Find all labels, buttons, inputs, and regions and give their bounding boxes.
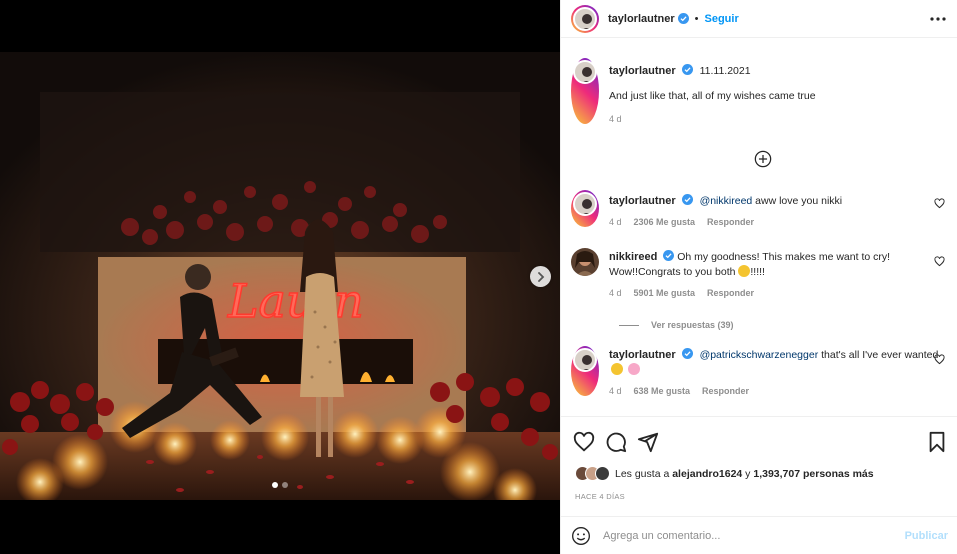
blossom-emoji bbox=[627, 363, 640, 375]
comment-input[interactable] bbox=[603, 529, 905, 542]
heart-icon[interactable] bbox=[934, 198, 945, 209]
likes-prefix: Les gusta a bbox=[615, 467, 673, 480]
author-avatar[interactable] bbox=[571, 4, 599, 33]
action-bar bbox=[561, 416, 957, 466]
post-photo[interactable]: Lautn bbox=[0, 52, 560, 500]
reply-divider bbox=[619, 324, 639, 326]
comment: taylorlautner @nikkireed aww love you ni… bbox=[571, 190, 951, 227]
likes-middle: y bbox=[742, 467, 754, 480]
view-replies-button[interactable]: Ver respuestas (39) bbox=[619, 320, 734, 330]
heart-icon[interactable] bbox=[573, 431, 595, 453]
comment-mention[interactable]: @patrickschwarzenegger bbox=[700, 349, 819, 361]
comment-likes[interactable]: 2306 Me gusta bbox=[634, 217, 696, 227]
comment-time[interactable]: 4 d bbox=[609, 386, 622, 396]
likes-count[interactable]: 1,393,707 personas más bbox=[753, 468, 873, 480]
emoji-icon[interactable] bbox=[571, 526, 591, 546]
reply-button[interactable]: Responder bbox=[702, 386, 749, 396]
comment-composer: Publicar bbox=[561, 516, 957, 554]
bookmark-icon[interactable] bbox=[926, 431, 948, 453]
comment-username[interactable]: taylorlautner bbox=[609, 195, 676, 207]
likes-user[interactable]: alejandro1624 bbox=[672, 468, 742, 480]
comment: nikkireed Oh my goodness! This makes me … bbox=[571, 248, 951, 298]
comment-username[interactable]: taylorlautner bbox=[609, 349, 676, 361]
carousel-indicator bbox=[0, 482, 560, 488]
post-media: Lautn bbox=[0, 0, 560, 554]
reply-button[interactable]: Responder bbox=[707, 217, 754, 227]
verified-icon bbox=[681, 194, 693, 205]
caption-date: 11.11.2021 bbox=[699, 65, 751, 77]
comment-username[interactable]: nikkireed bbox=[609, 251, 657, 263]
caption-avatar[interactable] bbox=[571, 58, 599, 124]
follow-button[interactable]: Seguir bbox=[705, 13, 739, 25]
verified-icon bbox=[681, 64, 693, 75]
post-caption: taylorlautner 11.11.2021 And just like t… bbox=[571, 58, 951, 124]
carousel-dot bbox=[282, 482, 288, 488]
heart-eyes-emoji bbox=[611, 363, 623, 375]
verified-icon bbox=[677, 13, 689, 24]
post-header: taylorlautner • Seguir bbox=[561, 0, 957, 38]
carousel-dot-active bbox=[272, 482, 278, 488]
separator-dot: • bbox=[694, 12, 699, 25]
plus-circle-icon[interactable] bbox=[754, 150, 772, 168]
more-icon bbox=[930, 17, 946, 21]
comment-mention[interactable]: @nikkireed bbox=[700, 195, 753, 207]
comment-avatar[interactable] bbox=[571, 248, 599, 276]
verified-icon bbox=[681, 348, 693, 359]
comment-text: aww love you nikki bbox=[752, 195, 843, 207]
share-icon[interactable] bbox=[637, 431, 659, 453]
comment-text: that's all I've ever wanted bbox=[818, 349, 939, 361]
likes-summary[interactable]: Les gusta a alejandro1624 y 1,393,707 pe… bbox=[575, 466, 874, 481]
heart-icon[interactable] bbox=[934, 354, 945, 365]
comment-time[interactable]: 4 d bbox=[609, 217, 622, 227]
comment-likes[interactable]: 638 Me gusta bbox=[634, 386, 691, 396]
more-options-button[interactable] bbox=[928, 9, 948, 29]
comment-icon[interactable] bbox=[605, 431, 627, 453]
caption-time[interactable]: 4 d bbox=[609, 114, 622, 124]
heart-icon[interactable] bbox=[934, 256, 945, 267]
comment-avatar[interactable] bbox=[571, 346, 599, 396]
comment-avatar[interactable] bbox=[571, 190, 599, 227]
neon-sign: Lautn bbox=[227, 274, 364, 328]
next-photo-button[interactable] bbox=[530, 266, 551, 287]
reply-button[interactable]: Responder bbox=[707, 288, 754, 298]
chevron-right-icon bbox=[537, 271, 544, 282]
crying-face-emoji bbox=[738, 265, 751, 277]
comment-likes[interactable]: 5901 Me gusta bbox=[634, 288, 696, 298]
caption-username[interactable]: taylorlautner bbox=[609, 65, 676, 77]
post-side-panel: taylorlautner • Seguir taylorlautner 11.… bbox=[560, 0, 957, 554]
caption-text: And just like that, all of my wishes cam… bbox=[609, 90, 816, 102]
post-timestamp[interactable]: HACE 4 DÍAS bbox=[575, 492, 625, 501]
publish-button[interactable]: Publicar bbox=[905, 530, 948, 542]
liker-avatar bbox=[595, 466, 610, 481]
comment: taylorlautner @patrickschwarzenegger tha… bbox=[571, 346, 951, 396]
author-username[interactable]: taylorlautner bbox=[608, 13, 675, 25]
view-replies-label: Ver respuestas (39) bbox=[651, 320, 734, 330]
verified-icon bbox=[663, 250, 675, 261]
comment-time[interactable]: 4 d bbox=[609, 288, 622, 298]
comment-text-end: !!!!! bbox=[750, 266, 765, 278]
